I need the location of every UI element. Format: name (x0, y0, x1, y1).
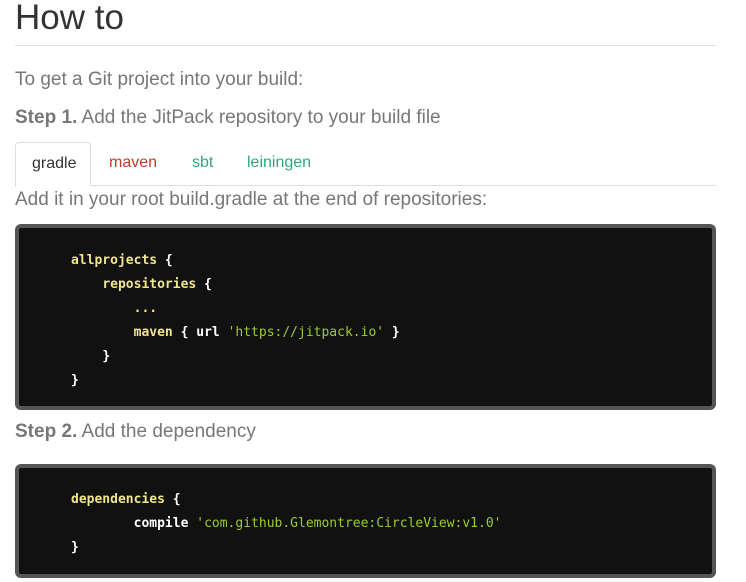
page-title: How to (15, 0, 124, 37)
code-ellipsis: ... (133, 301, 158, 316)
code-brace: } (102, 349, 111, 364)
tab-maven[interactable]: maven (93, 142, 173, 186)
build-tool-tabs: gradle maven sbt leiningen (15, 142, 716, 187)
tab-leiningen[interactable]: leiningen (231, 142, 327, 186)
code-text: { url (172, 325, 228, 340)
code-keyword: allprojects (71, 253, 158, 268)
repository-code-block[interactable]: allprojects { repositories { ... maven {… (15, 224, 716, 410)
intro-text: To get a Git project into your build: (15, 69, 304, 90)
code-keyword: dependencies (71, 492, 165, 507)
code-keyword: maven (133, 325, 173, 340)
step-2-label: Step 2. (15, 421, 78, 442)
step-2-text: Add the dependency (81, 421, 256, 442)
code-keyword: repositories (102, 277, 197, 292)
code-string: 'https://jitpack.io' (227, 325, 385, 340)
code-brace: } (71, 540, 79, 555)
step-2-heading: Step 2. Add the dependency (15, 421, 256, 443)
code-brace: { (196, 277, 212, 292)
code-brace: } (71, 373, 79, 388)
code-keyword: compile (133, 516, 189, 531)
code-brace: { (157, 253, 173, 268)
step-1-text: Add the JitPack repository to your build… (81, 107, 441, 128)
tab-gradle[interactable]: gradle (15, 142, 91, 187)
repository-code: allprojects { repositories { ... maven {… (71, 249, 400, 393)
tab-sbt[interactable]: sbt (176, 142, 229, 186)
dependency-code-block[interactable]: dependencies { compile 'com.github.Glemo… (15, 464, 716, 578)
code-brace: { (164, 492, 181, 507)
step-1-label: Step 1. (15, 107, 78, 128)
title-divider (15, 45, 716, 46)
code-brace: } (384, 325, 400, 340)
dependency-code: dependencies { compile 'com.github.Glemo… (71, 488, 502, 560)
step-1-heading: Step 1. Add the JitPack repository to yo… (15, 107, 441, 129)
gradle-instruction: Add it in your root build.gradle at the … (15, 189, 488, 210)
code-string: 'com.github.Glemontree:CircleView:v1.0' (196, 516, 502, 531)
